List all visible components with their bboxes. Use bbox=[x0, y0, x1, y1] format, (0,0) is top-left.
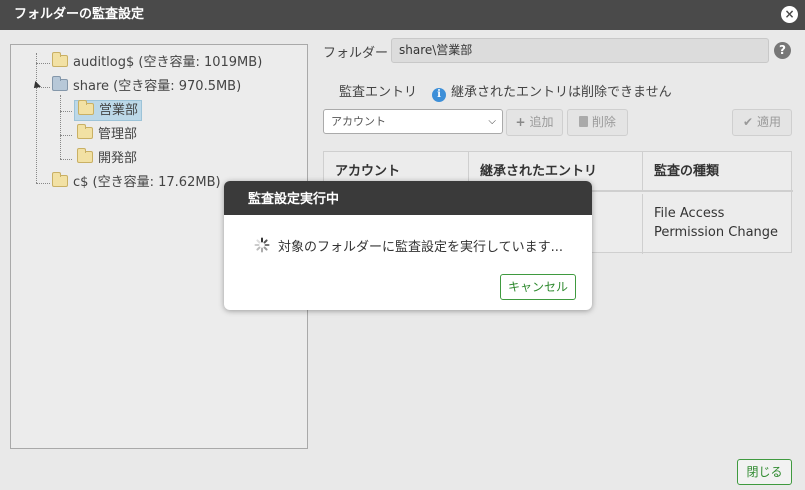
folder-icon bbox=[78, 100, 94, 115]
plus-icon: + bbox=[515, 115, 526, 129]
dialog-message: 対象のフォルダーに監査設定を実行しています... bbox=[278, 240, 564, 255]
chevron-down-icon: ⌵ bbox=[488, 116, 496, 127]
tree-item-auditlog[interactable]: auditlog$ (空き容量: 1019MB) bbox=[52, 52, 262, 74]
tree-connector bbox=[60, 95, 61, 159]
inherited-notice: i 継承されたエントリは削除できません bbox=[432, 81, 672, 102]
close-button[interactable]: 閉じる bbox=[737, 459, 792, 485]
tree-item-admin[interactable]: 管理部 bbox=[77, 124, 137, 146]
info-icon: i bbox=[432, 88, 446, 102]
audit-entries-label: 監査エントリ bbox=[339, 85, 418, 100]
dialog-title: 監査設定実行中 bbox=[224, 181, 592, 215]
folder-path-field: share\営業部 bbox=[391, 38, 769, 63]
folder-icon bbox=[52, 52, 68, 67]
help-icon[interactable]: ? bbox=[774, 42, 791, 59]
tree-item-c[interactable]: c$ (空き容量: 17.62MB) bbox=[52, 172, 221, 194]
progress-dialog: 監査設定実行中 対象のフォルダーに監査設定を実行しています... キャンセル bbox=[224, 181, 592, 310]
delete-entry-button[interactable]: 削除 bbox=[567, 109, 628, 136]
tree-connector bbox=[60, 159, 72, 160]
folder-icon bbox=[52, 172, 68, 187]
close-icon[interactable]: × bbox=[781, 6, 798, 23]
tree-connector bbox=[36, 53, 37, 183]
folder-icon bbox=[77, 124, 93, 139]
tree-item-dev[interactable]: 開発部 bbox=[77, 148, 137, 170]
column-header-audit-type[interactable]: 監査の種類 bbox=[643, 152, 793, 192]
folder-label: フォルダー bbox=[323, 46, 389, 61]
window-titlebar: フォルダーの監査設定 × bbox=[0, 0, 805, 30]
folder-open-icon bbox=[52, 76, 68, 91]
tree-connector bbox=[36, 183, 50, 184]
tree-connector bbox=[60, 111, 72, 112]
table-cell-audit-type: File Access Permission Change bbox=[654, 206, 779, 240]
tree-item-share[interactable]: share (空き容量: 970.5MB) bbox=[52, 76, 241, 98]
check-icon: ✔ bbox=[743, 115, 754, 129]
tree-item-sales[interactable]: 営業部 bbox=[74, 100, 143, 122]
account-select[interactable]: アカウント ⌵ bbox=[323, 109, 503, 134]
spinner-icon bbox=[254, 237, 270, 253]
tree-connector bbox=[36, 63, 50, 64]
add-entry-button[interactable]: + 追加 bbox=[506, 109, 563, 136]
tree-connector bbox=[60, 135, 72, 136]
cancel-button[interactable]: キャンセル bbox=[500, 274, 576, 300]
window-title: フォルダーの監査設定 bbox=[14, 7, 145, 22]
tree-expand-icon[interactable] bbox=[31, 81, 41, 91]
trash-icon bbox=[579, 116, 589, 127]
apply-button[interactable]: ✔ 適用 bbox=[732, 109, 792, 136]
folder-icon bbox=[77, 148, 93, 163]
